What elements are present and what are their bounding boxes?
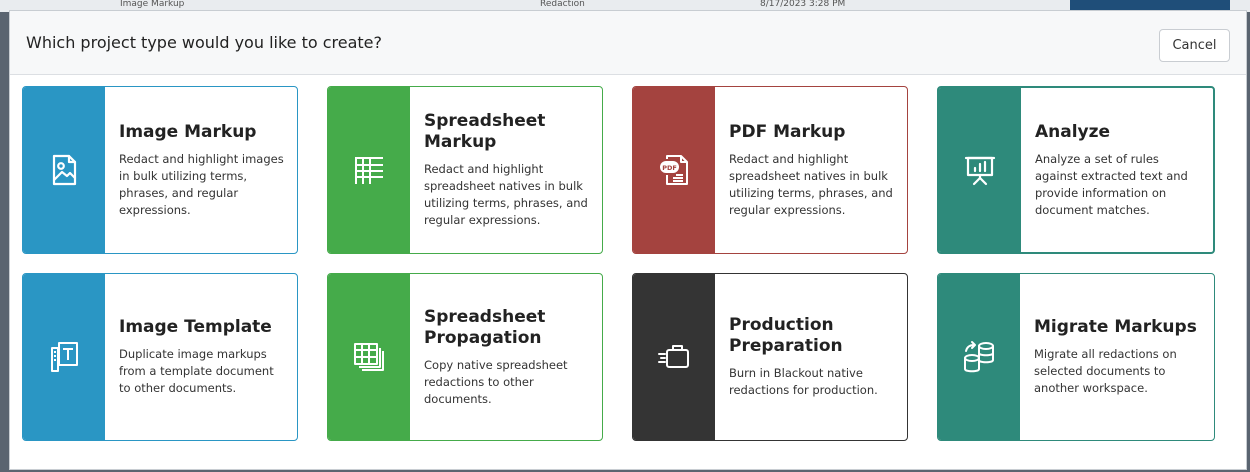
card-title: PDF Markup [729, 121, 846, 142]
card-description: Duplicate image markups from a template … [119, 347, 274, 395]
card-description: Redact and highlight spreadsheet natives… [729, 151, 893, 217]
background-row-text: Redaction [540, 0, 585, 9]
card-title: Migrate Markups [1034, 317, 1197, 337]
card-description: Redact and highlight images in bulk util… [119, 151, 284, 217]
card-migrate-markups[interactable]: Migrate Markups Migrate all redactions o… [937, 273, 1215, 441]
cancel-button[interactable]: Cancel [1159, 29, 1230, 62]
presentation-chart-icon [964, 156, 996, 186]
background-button [1070, 0, 1230, 10]
spreadsheet-icon [355, 157, 383, 184]
card-spreadsheet-propagation[interactable]: Spreadsheet Propagation Copy native spre… [327, 273, 603, 441]
card-body: Spreadsheet Markup Redact and highlight … [410, 87, 602, 253]
card-body: Spreadsheet Propagation Copy native spre… [410, 274, 602, 440]
card-pdf-markup[interactable]: PDF PDF Markup Redact and highlight spre… [632, 86, 908, 254]
card-icon-panel [23, 274, 105, 440]
card-spreadsheet-markup[interactable]: Spreadsheet Markup Redact and highlight … [327, 86, 603, 254]
card-analyze[interactable]: Analyze Analyze a set of rules against e… [937, 86, 1215, 254]
card-title: Production Preparation [729, 315, 843, 356]
card-icon-panel [633, 274, 715, 440]
background-row-text: 8/17/2023 3:28 PM [760, 0, 846, 9]
card-image-markup[interactable]: Image Markup Redact and highlight images… [22, 86, 298, 254]
card-title: Image Template [119, 317, 272, 337]
background-row-text: Image Markup [120, 0, 185, 9]
card-image-template[interactable]: Image Template Duplicate image markups f… [22, 273, 298, 441]
template-icon [51, 342, 78, 372]
card-icon-panel [938, 274, 1020, 440]
card-description: Analyze a set of rules against extracted… [1035, 151, 1188, 217]
card-body: Image Template Duplicate image markups f… [105, 274, 297, 440]
card-production-preparation[interactable]: Production Preparation Burn in Blackout … [632, 273, 908, 441]
card-body: Analyze Analyze a set of rules against e… [1021, 88, 1213, 252]
svg-text:PDF: PDF [662, 164, 677, 172]
card-description: Burn in Blackout native redactions for p… [729, 366, 878, 397]
card-body: Image Markup Redact and highlight images… [105, 87, 297, 253]
card-icon-panel [328, 274, 410, 440]
card-icon-panel [939, 88, 1021, 252]
card-title: Spreadsheet Markup [424, 111, 546, 152]
project-type-grid: Image Markup Redact and highlight images… [22, 86, 1215, 441]
pdf-icon: PDF [660, 155, 688, 185]
card-icon-panel [23, 87, 105, 253]
card-description: Redact and highlight spreadsheet natives… [424, 162, 588, 227]
card-description: Copy native spreadsheet redactions to ot… [424, 357, 568, 406]
card-icon-panel: PDF [633, 87, 715, 253]
card-icon-panel [328, 87, 410, 253]
card-title: Analyze [1035, 121, 1111, 142]
card-title: Image Markup [119, 121, 257, 142]
card-body: PDF Markup Redact and highlight spreadsh… [715, 87, 907, 253]
card-title: Spreadsheet Propagation [424, 306, 546, 348]
spreadsheet-stack-icon [354, 343, 384, 371]
card-description: Migrate all redactions on selected docum… [1034, 347, 1177, 395]
dialog-header: Which project type would you like to cre… [10, 11, 1246, 75]
card-body: Production Preparation Burn in Blackout … [715, 274, 907, 440]
dialog-title: Which project type would you like to cre… [26, 33, 383, 52]
image-icon [52, 154, 77, 186]
database-migrate-icon [964, 341, 994, 373]
card-body: Migrate Markups Migrate all redactions o… [1020, 274, 1214, 440]
briefcase-icon [658, 345, 689, 368]
